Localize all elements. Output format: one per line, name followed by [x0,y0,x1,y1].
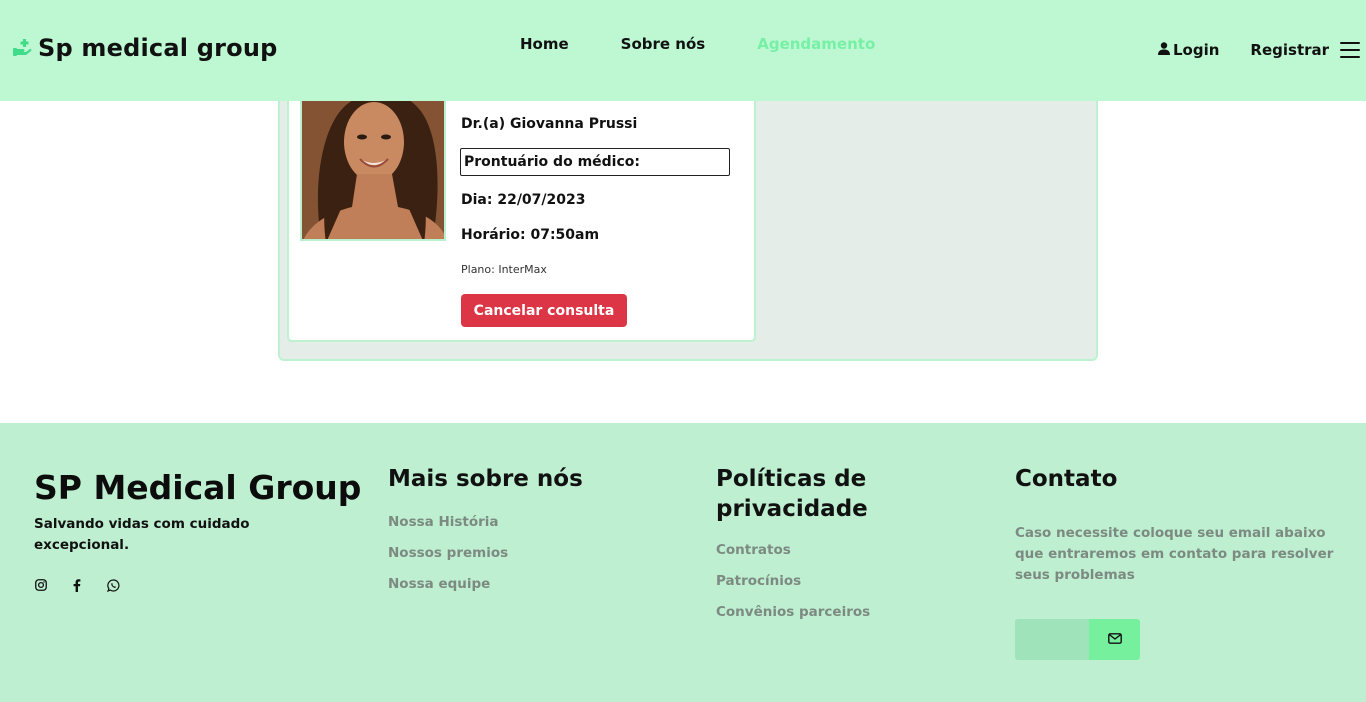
appointment-plan: Plano: InterMax [461,263,547,276]
contact-heading: Contato [1015,466,1118,492]
facebook-icon[interactable] [70,578,84,592]
appointment-time: Horário: 07:50am [461,227,600,243]
doctor-name: Dr.(a) Giovanna Prussi [461,116,638,132]
doctor-photo [300,80,446,241]
link-patrocinios[interactable]: Patrocínios [716,572,870,591]
link-nossa-historia[interactable]: Nossa História [388,513,508,532]
policies-heading: Políticas de privacidade [716,466,868,522]
login-link[interactable]: Login [1158,41,1219,59]
whatsapp-icon[interactable] [106,578,120,592]
brand-name: Sp medical group [38,34,278,62]
login-label: Login [1173,41,1220,59]
email-input[interactable] [1015,619,1089,660]
social-links [34,578,120,592]
about-heading: Mais sobre nós [388,466,583,492]
register-link[interactable]: Registrar [1250,41,1329,59]
link-contratos[interactable]: Contratos [716,541,870,560]
policies-links: Contratos Patrocínios Convênios parceiro… [716,541,870,622]
account-nav: Login Registrar [1158,41,1361,59]
instagram-icon[interactable] [34,578,48,592]
header: Sp medical group Home Sobre nós Agendame… [0,0,1366,101]
footer: SP Medical Group Salvando vidas com cuid… [0,423,1366,702]
hand-medical-icon [12,38,32,58]
send-email-button[interactable] [1089,619,1140,660]
envelope-icon [1107,632,1122,647]
footer-tagline: Salvando vidas com cuidado excepcional. [34,516,250,553]
nav-agendamento[interactable]: Agendamento [757,35,875,53]
user-icon [1158,41,1170,59]
hamburger-menu-icon[interactable] [1340,42,1361,58]
link-convenios-parceiros[interactable]: Convênios parceiros [716,603,870,622]
appointment-date: Dia: 22/07/2023 [461,192,586,208]
nav-sobre-nos[interactable]: Sobre nós [621,35,706,53]
contact-text: Caso necessite coloque seu email abaixo … [1015,525,1334,583]
main-nav: Home Sobre nós Agendamento [520,35,875,53]
nav-home[interactable]: Home [520,35,569,53]
link-nossa-equipe[interactable]: Nossa equipe [388,575,508,594]
prontuario-field[interactable]: Prontuário do médico: [460,148,730,176]
brand[interactable]: Sp medical group [12,34,278,62]
about-links: Nossa História Nossos premios Nossa equi… [388,513,508,594]
link-nossos-premios[interactable]: Nossos premios [388,544,508,563]
cancel-appointment-button[interactable]: Cancelar consulta [461,294,627,327]
footer-title: SP Medical Group [34,468,362,507]
